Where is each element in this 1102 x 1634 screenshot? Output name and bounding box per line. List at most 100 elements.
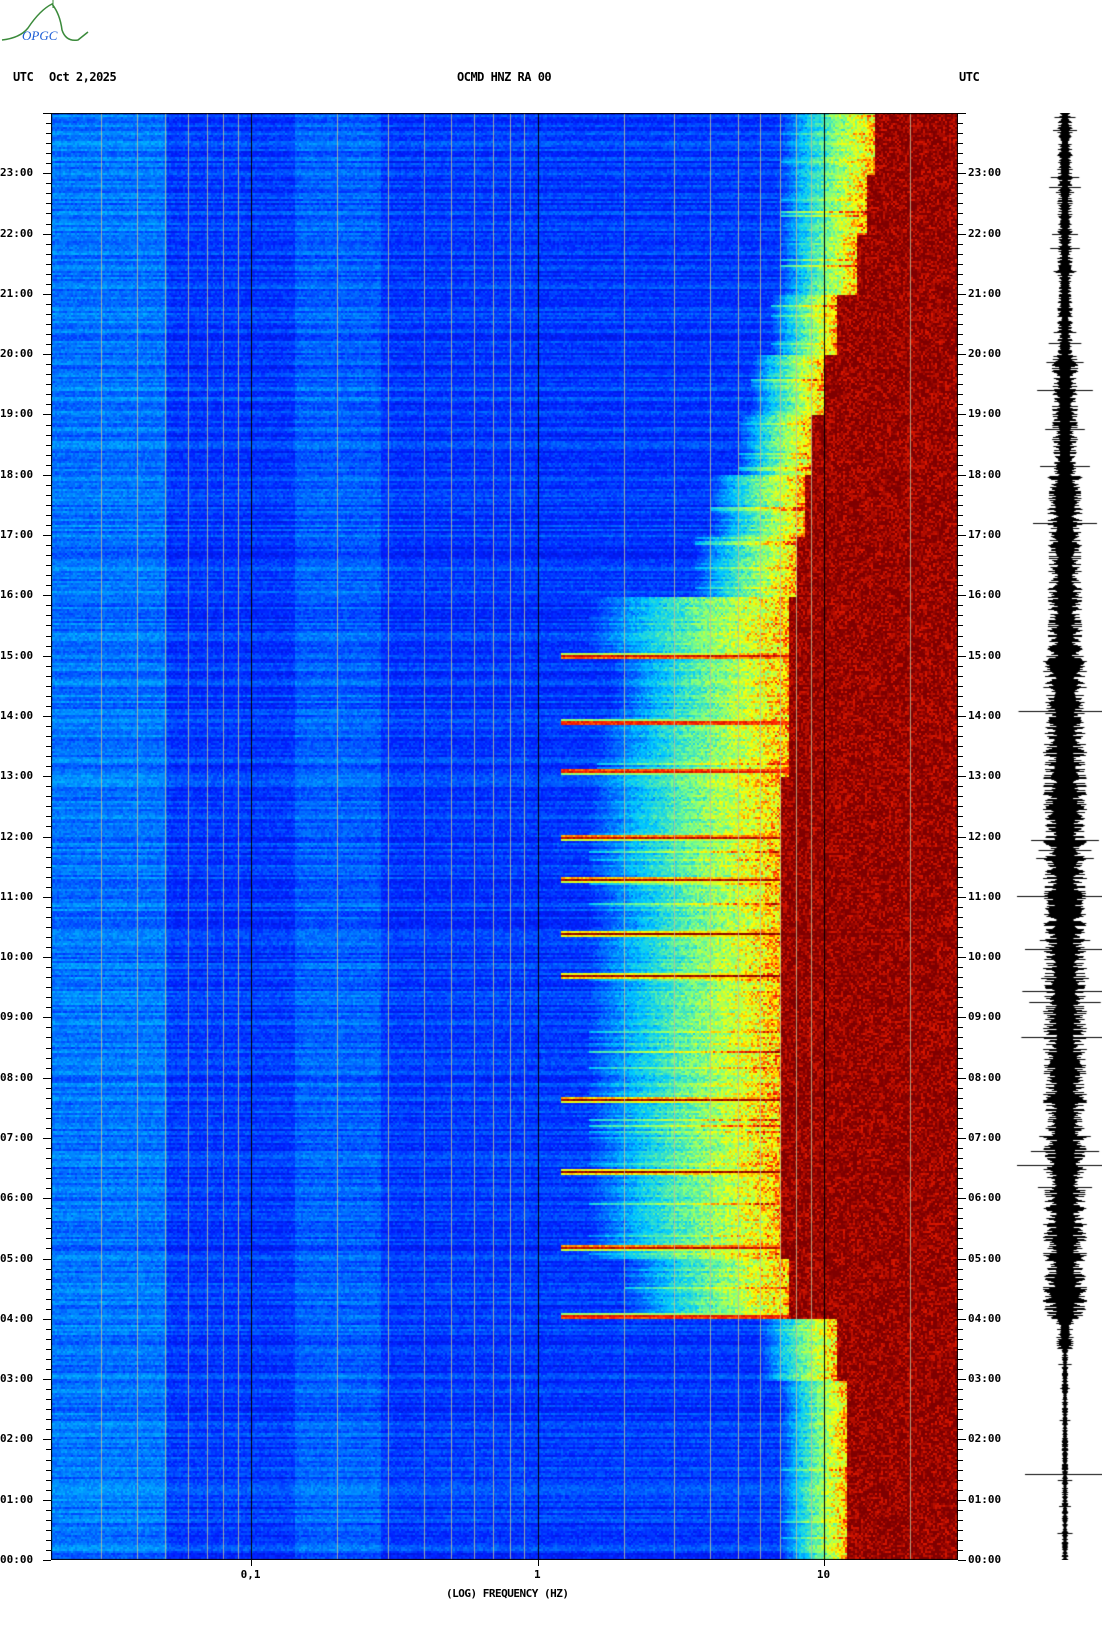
y-tick-left — [46, 1248, 51, 1249]
y-tick-left — [43, 414, 51, 415]
y-tick-left — [46, 244, 51, 245]
y-tick-left — [46, 1449, 51, 1450]
y-tick-right — [958, 877, 963, 878]
y-tick-left — [46, 1409, 51, 1410]
y-tick-left — [46, 1510, 51, 1511]
y-tick-right — [958, 264, 963, 265]
y-tick-left — [46, 1068, 51, 1069]
y-tick-right — [958, 696, 963, 697]
y-tick-right — [958, 857, 963, 858]
spectrogram-heatmap — [51, 113, 958, 1560]
y-tick-left — [43, 113, 51, 114]
y-tick-right — [958, 475, 966, 476]
y-tick-label-left: 20:00 — [0, 347, 34, 361]
y-tick-right — [958, 605, 963, 606]
y-tick-left — [46, 304, 51, 305]
y-tick-right — [958, 897, 966, 898]
y-tick-left — [46, 284, 51, 285]
y-tick-label-right: 03:00 — [968, 1372, 1002, 1386]
y-tick-left — [46, 555, 51, 556]
y-tick-right — [958, 957, 966, 958]
y-tick-right — [958, 1168, 963, 1169]
opgc-logo: OPGC — [1, 0, 89, 43]
y-tick-left — [43, 1439, 51, 1440]
y-tick-right — [958, 1188, 963, 1189]
y-tick-right — [958, 1118, 963, 1119]
y-tick-left — [46, 163, 51, 164]
y-tick-left — [46, 404, 51, 405]
y-tick-left — [43, 354, 51, 355]
y-tick-left — [46, 857, 51, 858]
y-tick-right — [958, 736, 963, 737]
y-tick-right — [958, 1289, 963, 1290]
y-tick-right — [958, 636, 963, 637]
y-tick-label-left: 10:00 — [0, 950, 34, 964]
y-tick-left — [43, 776, 51, 777]
y-tick-right — [958, 1460, 963, 1461]
y-tick-right — [958, 364, 963, 365]
y-tick-left — [46, 1048, 51, 1049]
y-tick-left — [46, 917, 51, 918]
y-tick-left — [46, 786, 51, 787]
y-tick-right — [958, 1369, 963, 1370]
y-tick-left — [46, 364, 51, 365]
x-tick-label: 1 — [534, 1568, 541, 1581]
svg-text:OPGC: OPGC — [22, 28, 58, 43]
y-tick-right — [958, 1530, 963, 1531]
y-tick-right — [958, 435, 963, 436]
y-tick-right — [958, 254, 963, 255]
y-tick-right — [958, 1500, 966, 1501]
y-tick-left — [46, 1460, 51, 1461]
y-tick-left — [46, 203, 51, 204]
y-tick-left — [46, 796, 51, 797]
y-tick-right — [958, 766, 963, 767]
y-tick-right — [958, 656, 966, 657]
y-tick-left — [46, 1530, 51, 1531]
y-tick-left — [46, 1289, 51, 1290]
y-tick-left — [43, 173, 51, 174]
y-tick-right — [958, 1540, 963, 1541]
y-tick-left — [46, 213, 51, 214]
y-tick-right — [958, 826, 963, 827]
y-tick-left — [46, 1188, 51, 1189]
y-tick-right — [958, 1108, 963, 1109]
y-tick-left — [43, 837, 51, 838]
y-tick-right — [958, 244, 963, 245]
y-tick-right — [958, 324, 963, 325]
y-tick-left — [46, 1168, 51, 1169]
y-tick-right — [958, 294, 966, 295]
y-tick-label-left: 02:00 — [0, 1432, 34, 1446]
y-tick-left — [43, 656, 51, 657]
y-tick-right — [958, 997, 963, 998]
y-tick-right — [958, 485, 963, 486]
y-tick-right — [958, 545, 963, 546]
y-tick-right — [958, 595, 966, 596]
y-tick-label-right: 05:00 — [968, 1251, 1002, 1265]
y-tick-label-left: 08:00 — [0, 1070, 34, 1084]
y-tick-left — [46, 816, 51, 817]
y-tick-label-left: 00:00 — [0, 1553, 34, 1566]
y-tick-left — [46, 666, 51, 667]
x-tick-label: 0,1 — [240, 1568, 261, 1581]
y-tick-left — [46, 1238, 51, 1239]
y-tick-right — [958, 917, 963, 918]
y-tick-left — [46, 274, 51, 275]
y-tick-right — [958, 1419, 963, 1420]
y-tick-left — [46, 465, 51, 466]
y-tick-right — [958, 927, 963, 928]
y-tick-left — [46, 636, 51, 637]
y-tick-right — [958, 987, 963, 988]
y-tick-label-left: 14:00 — [0, 708, 34, 722]
y-tick-left — [46, 1419, 51, 1420]
y-tick-label-right: 01:00 — [968, 1492, 1002, 1506]
y-tick-left — [46, 183, 51, 184]
y-tick-label-left: 13:00 — [0, 769, 34, 783]
y-tick-label-left: 18:00 — [0, 467, 34, 481]
y-tick-left — [46, 485, 51, 486]
y-tick-right — [958, 947, 963, 948]
y-tick-right — [958, 1178, 963, 1179]
station-title: OCMD HNZ RA 00 — [457, 70, 552, 84]
y-tick-left — [46, 1118, 51, 1119]
y-tick-left — [46, 123, 51, 124]
x-tick — [824, 1560, 825, 1566]
